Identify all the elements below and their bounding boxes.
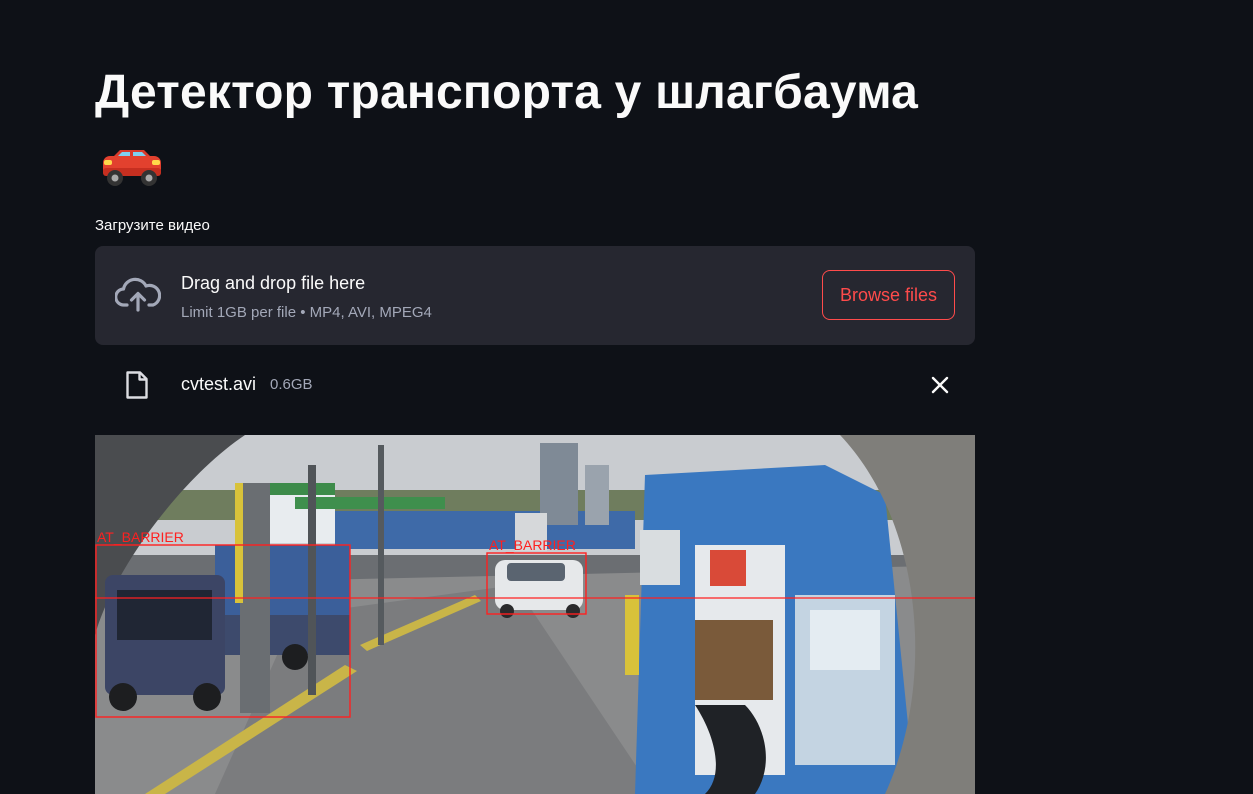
file-dropzone[interactable]: Drag and drop file here Limit 1GB per fi… bbox=[95, 246, 975, 345]
dropzone-limits: Limit 1GB per file • MP4, AVI, MPEG4 bbox=[181, 304, 432, 321]
cloud-upload-icon bbox=[115, 277, 161, 312]
remove-file-close-icon[interactable] bbox=[927, 372, 953, 398]
browse-files-button[interactable]: Browse files bbox=[822, 270, 955, 320]
detection-label-truck: AT_BARRIER bbox=[97, 529, 184, 545]
upload-label: Загрузите видео bbox=[95, 217, 210, 234]
video-frame-image: AT_BARRIER AT_BARRIER bbox=[95, 435, 975, 794]
video-frame: AT_BARRIER AT_BARRIER bbox=[95, 435, 975, 794]
file-size: 0.6GB bbox=[270, 376, 313, 393]
file-name: cvtest.avi bbox=[181, 374, 257, 394]
page-title: Детектор транспорта у шлагбаума bbox=[95, 66, 919, 119]
detection-label-car: AT_BARRIER bbox=[489, 537, 576, 553]
car-emoji-icon bbox=[103, 150, 161, 186]
app-page: Детектор транспорта у шлагбаума Загрузит… bbox=[0, 0, 1253, 794]
dropzone-title: Drag and drop file here bbox=[181, 273, 366, 293]
uploaded-file-row: cvtest.avi 0.6GB bbox=[95, 360, 975, 410]
file-icon bbox=[126, 371, 148, 399]
